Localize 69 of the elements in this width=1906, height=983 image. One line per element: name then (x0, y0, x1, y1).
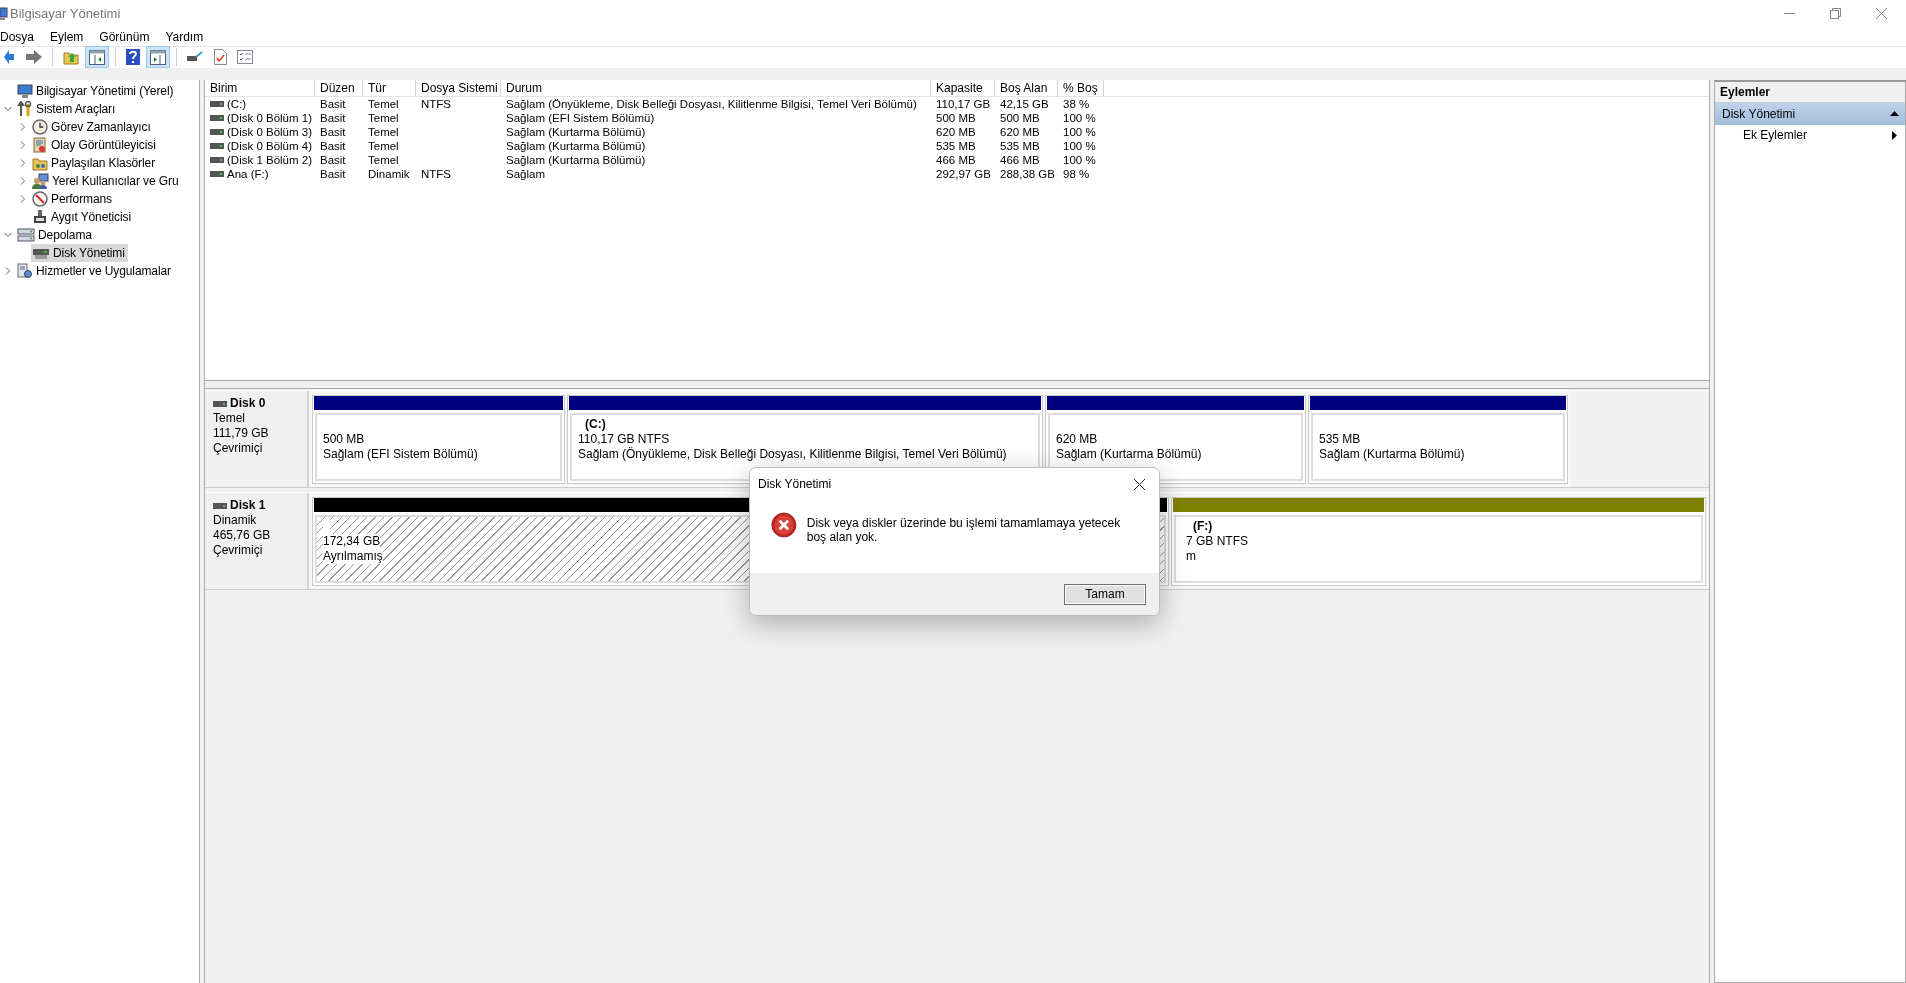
table-cell: Basit (320, 168, 346, 180)
table-cell: 500 MB (1000, 112, 1040, 124)
table-cell: 100 % (1063, 126, 1096, 138)
table-cell: 98 % (1063, 168, 1090, 180)
disk-type: Temel (213, 411, 246, 426)
partition-size: 535 MB (1319, 432, 1362, 447)
table-cell: 292,97 GB (936, 168, 991, 180)
partition-status: Sağlam (EFI Sistem Bölümü) (323, 447, 479, 462)
table-cell: (Disk 1 Bölüm 2) (227, 154, 312, 166)
table-cell: 110,17 GB (936, 98, 991, 110)
table-cell: 500 MB (936, 112, 976, 124)
disk-type: Dinamik (213, 513, 258, 528)
partition-status: m (1186, 549, 1197, 564)
table-cell: 42,15 GB (1000, 98, 1049, 110)
table-cell: Ana (F:) (227, 168, 269, 180)
table-cell: Basit (320, 98, 346, 110)
partition-status: Sağlam (Önyükleme, Disk Belleği Dosyası, Kilitlenme Bilgisi, Temel Veri Bölümü) (578, 447, 1008, 462)
table-cell: 100 % (1063, 112, 1096, 124)
table-cell: Sağlam (Kurtarma Bölümü) (506, 140, 646, 152)
table-cell: (Disk 0 Bölüm 3) (227, 126, 312, 138)
table-cell: Temel (368, 112, 399, 124)
partition-size: 620 MB (1056, 432, 1099, 447)
table-cell: Basit (320, 112, 346, 124)
disk-status: Çevrimiçi (213, 441, 264, 456)
table-cell: Basit (320, 140, 346, 152)
table-cell: Dinamik (368, 168, 410, 180)
disk-size: 111,79 GB (213, 426, 270, 441)
table-cell: Temel (368, 98, 399, 110)
table-cell: 620 MB (936, 126, 976, 138)
table-cell: NTFS (421, 98, 452, 110)
table-cell: Sağlam (EFI Sistem Bölümü) (506, 112, 655, 124)
disk-status: Çevrimiçi (213, 543, 264, 558)
table-cell: 620 MB (1000, 126, 1040, 138)
table-cell: 466 MB (936, 154, 976, 166)
table-cell: Temel (368, 140, 399, 152)
table-cell: Sağlam (Kurtarma Bölümü) (506, 154, 646, 166)
table-cell: Basit (320, 126, 346, 138)
table-cell: 535 MB (936, 140, 976, 152)
partition-status: Sağlam (Kurtarma Bölümü) (1319, 447, 1466, 462)
table-cell: Sağlam (Önyükleme, Disk Belleği Dosyası, Kilitlenme Bilgisi, Temel Veri Bölümü) (506, 98, 917, 110)
partition-size: 500 MB (323, 432, 366, 447)
partition-size: 172,34 GB (323, 534, 381, 549)
table-cell: NTFS (421, 168, 452, 180)
partition-size: 110,17 GB NTFS (578, 432, 671, 447)
table-cell: (C:) (227, 98, 247, 110)
table-cell: 100 % (1063, 154, 1096, 166)
table-cell: Basit (320, 154, 346, 166)
pane-title: Eylemler (1715, 82, 1905, 102)
table-cell: (Disk 0 Bölüm 4) (227, 140, 312, 152)
disk-size: 465,76 GB (213, 528, 272, 543)
disk-name: Disk 0 (230, 396, 266, 411)
partition-status: Ayrılmamış (323, 549, 383, 564)
table-cell: Temel (368, 126, 399, 138)
table-cell: Temel (368, 154, 399, 166)
partition-size: 7 GB NTFS (1186, 534, 1249, 549)
table-cell: 535 MB (1000, 140, 1040, 152)
table-cell: Sağlam (506, 168, 545, 180)
table-cell: 466 MB (1000, 154, 1040, 166)
table-cell: 288,38 GB (1000, 168, 1055, 180)
table-cell: 38 % (1063, 98, 1090, 110)
partition-status: Sağlam (Kurtarma Bölümü) (1056, 447, 1203, 462)
window-title: Bilgisayar Yönetimi (10, 6, 121, 21)
disk-name: Disk 1 (230, 498, 266, 513)
partition-title: (C:) (584, 417, 607, 432)
table-cell: 100 % (1063, 140, 1096, 152)
table-cell: Sağlam (Kurtarma Bölümü) (506, 126, 646, 138)
table-cell: (Disk 0 Bölüm 1) (227, 112, 312, 124)
partition-title: (F:) (1192, 519, 1214, 534)
dialog-message: Disk veya diskler üzerinde bu işlemi tamamlamaya yetecek boş alan yok. (806, 515, 1122, 544)
